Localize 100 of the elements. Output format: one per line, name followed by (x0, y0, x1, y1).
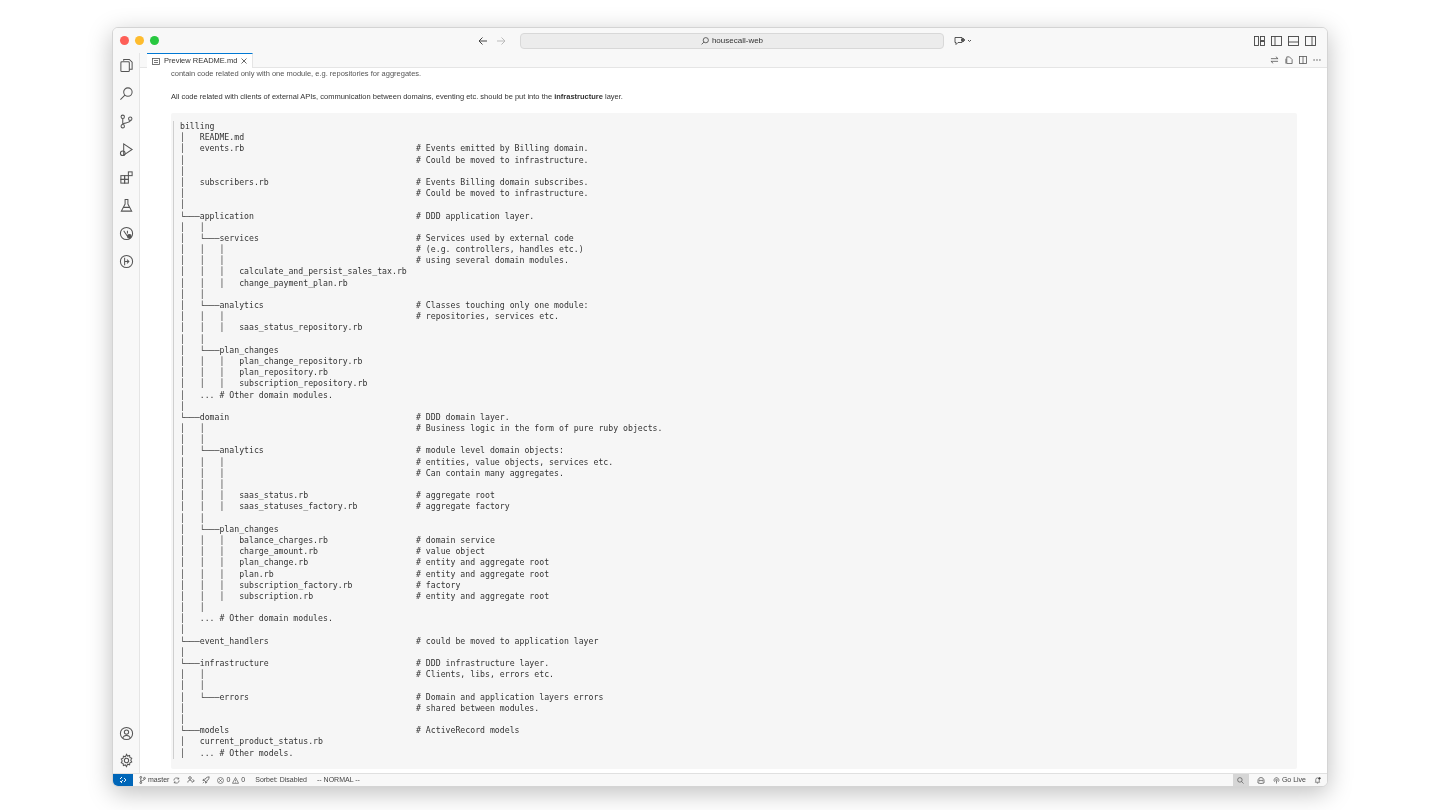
command-center-field[interactable]: housecall-web (520, 32, 944, 49)
tree-entry: │ │ (180, 333, 205, 345)
chat-sparkle-icon[interactable] (954, 35, 972, 46)
flask-icon[interactable] (118, 198, 134, 213)
code-comment: # entity and aggregate root (416, 557, 550, 569)
code-comment: # value object (416, 546, 485, 558)
swap-arrows-icon[interactable] (1270, 56, 1279, 64)
code-comment: # Clients, libs, errors etc. (416, 669, 555, 681)
tree-entry: │ │ │ saas_statuses_factory.rb (180, 501, 358, 513)
code-comment: # Classes touching only one module: (416, 300, 589, 312)
settings-icon[interactable] (118, 753, 134, 768)
tree-entry: │ │ │ charge_amount.rb (180, 546, 319, 558)
tree-entry: │ │ │ (180, 456, 225, 468)
blocks-icon[interactable] (118, 170, 134, 185)
sidebar-toggle-icon[interactable] (1271, 35, 1282, 46)
tree-entry: │ └───plan_changes (180, 523, 279, 535)
code-comment: # Services used by external code (416, 232, 574, 245)
code-comment: # factory (416, 579, 461, 591)
tree-entry: │ (180, 154, 185, 166)
close-window-button[interactable] (120, 36, 129, 45)
tree-entry: billing (180, 121, 215, 132)
command-center-text: housecall-web (711, 34, 764, 47)
code-comment: # repositories, services etc. (416, 311, 559, 323)
tree-entry: │ └───analytics (180, 445, 264, 457)
tree-entry: │ │ (180, 669, 205, 681)
code-comment: # DDD infrastructure layer. (416, 658, 550, 670)
close-icon[interactable] (241, 58, 248, 64)
code-comment: # using several domain modules. (416, 255, 569, 267)
code-comment: # DDD domain layer. (416, 411, 510, 424)
code-comment: # Could be moved to infrastructure. (416, 188, 589, 200)
tree-entry: │ │ │ balance_charges.rb (180, 534, 328, 547)
branch-icon (139, 776, 146, 784)
tree-entry: │ │ (180, 512, 205, 524)
tree-entry: │ │ (180, 602, 205, 614)
tree-entry: │ (180, 188, 185, 200)
tree-entry: └───domain (180, 411, 230, 423)
tree-entry: │ │ (180, 423, 205, 435)
code-comment: # aggregate factory (416, 501, 510, 513)
search-icon[interactable] (118, 86, 134, 101)
tree-entry: │ (180, 713, 185, 726)
tree-entry: │ │ │ (180, 479, 225, 491)
preview-icon (152, 57, 160, 65)
code-comment: # entity and aggregate root (416, 590, 550, 603)
code-comment: # domain service (416, 534, 495, 547)
zoom-icon (1237, 776, 1245, 784)
account-icon[interactable] (118, 726, 134, 741)
tree-entry: │ │ (180, 680, 205, 692)
secondary-sidebar-icon[interactable] (1305, 35, 1316, 46)
rocket-icon[interactable] (202, 776, 211, 784)
tree-entry: │ events.rb (180, 143, 245, 155)
tree-entry: │ │ │ (180, 244, 225, 256)
bell-icon[interactable] (1314, 776, 1321, 784)
files-icon[interactable] (118, 58, 134, 73)
tree-entry: │ │ │ subscription_repository.rb (180, 378, 368, 390)
layout-icon[interactable] (1254, 35, 1265, 46)
tree-entry: │ (180, 646, 185, 658)
tree-entry: │ │ │ (180, 311, 225, 323)
code-comment: # module level domain objects: (416, 445, 564, 457)
split-editor-icon[interactable] (1299, 56, 1307, 64)
tree-entry: │ (180, 624, 185, 636)
circle-badge-icon[interactable] (118, 226, 134, 241)
error-icon (217, 776, 225, 784)
code-comment: # entities, value objects, services etc. (416, 456, 614, 468)
tree-entry: └───models (180, 725, 230, 736)
code-comment: # DDD application layer. (416, 210, 535, 222)
tree-entry: │ │ │ subscription.rb (180, 590, 314, 602)
tree-entry: │ ... # Other domain modules. (180, 613, 333, 625)
tree-entry: │ (180, 199, 185, 211)
tree-entry: │ │ │ saas_status_repository.rb (180, 322, 363, 334)
tree-entry: └───infrastructure (180, 658, 269, 669)
tree-entry: │ (180, 702, 185, 714)
search-icon (700, 36, 709, 45)
tree-entry: │ │ │ plan_change_repository.rb (180, 355, 363, 368)
remote-button[interactable] (113, 774, 133, 786)
tree-entry: │ │ │ plan.rb (180, 568, 274, 579)
tree-entry: │ ... # Other models. (180, 747, 294, 759)
tree-entry: │ │ │ change_payment_plan.rb (180, 277, 348, 289)
tree-entry: │ │ │ saas_status.rb (180, 490, 309, 502)
tree-entry: │ │ │ calculate_and_persist_sales_tax.rb (180, 266, 407, 278)
back-arrow-icon[interactable] (478, 35, 488, 46)
people-icon[interactable] (187, 776, 196, 784)
code-comment: # Could be moved to infrastructure. (416, 154, 589, 166)
tree-entry: │ │ (180, 221, 205, 233)
tree-entry: │ │ │ subscription_factory.rb (180, 579, 353, 591)
play-bug-icon[interactable] (118, 142, 134, 157)
code-comment: # shared between modules. (416, 702, 540, 714)
tree-entry: │ ... # Other domain modules. (180, 389, 333, 400)
zoom-button[interactable] (1232, 774, 1249, 786)
tree-entry: │ │ (180, 288, 205, 300)
panel-toggle-icon[interactable] (1288, 35, 1299, 46)
tree-entry: │ │ (180, 434, 205, 446)
code-comment: # ActiveRecord models (416, 725, 520, 737)
code-comment: # aggregate root (416, 490, 495, 502)
tree-entry: │ │ │ (180, 255, 225, 267)
code-comment: # Events emitted by Billing domain. (416, 143, 589, 155)
warning-icon (232, 776, 240, 784)
code-comment: # could be moved to application layer (416, 635, 599, 647)
tree-entry: │ (180, 165, 185, 177)
branch-icon[interactable] (118, 114, 134, 129)
open-file-icon[interactable] (1285, 56, 1293, 64)
